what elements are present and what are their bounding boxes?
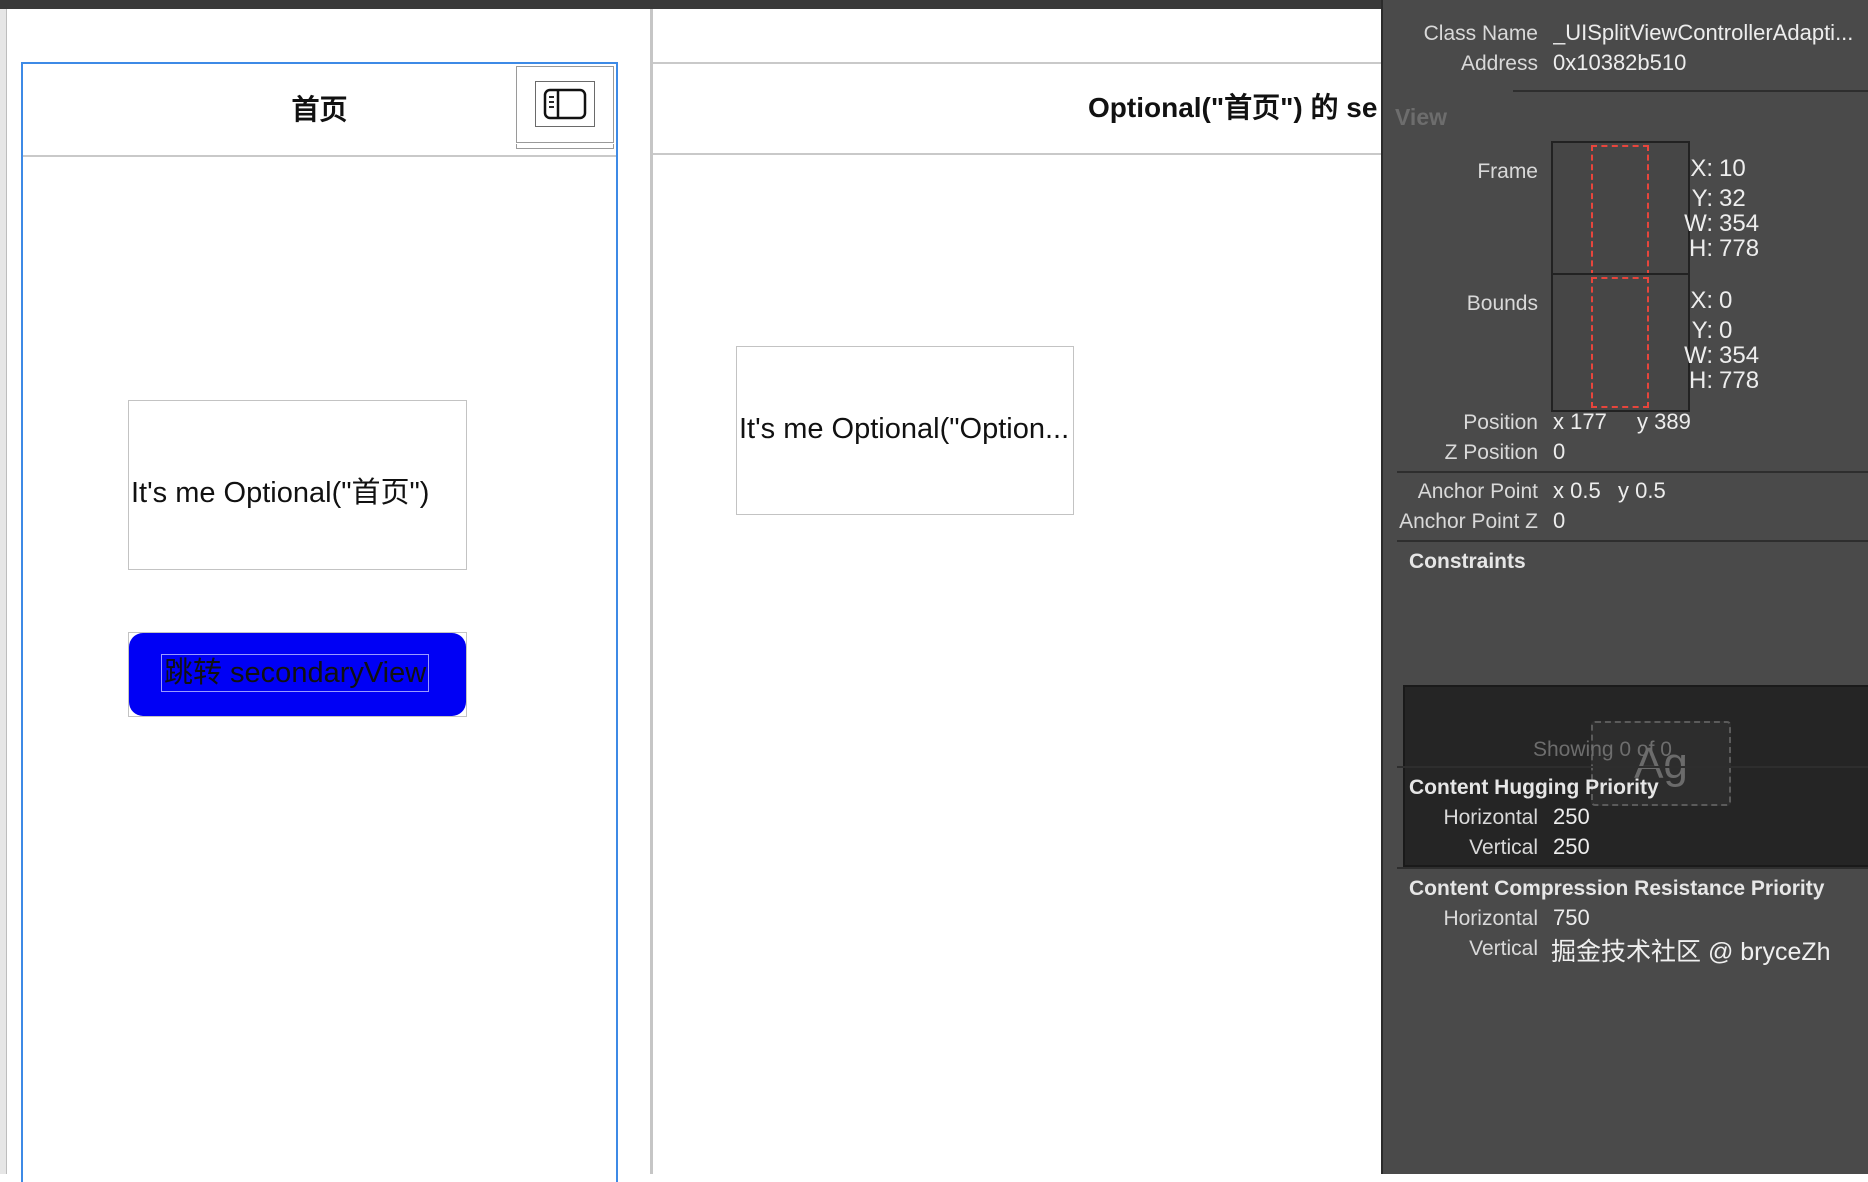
class-name-label: Class Name [1423, 22, 1538, 45]
jump-button-frame: 跳转 secondaryView [128, 632, 467, 717]
hugging-horizontal-label: Horizontal [1443, 806, 1538, 829]
separator [1397, 867, 1868, 869]
separator [1397, 766, 1868, 768]
jump-button-label: 跳转 secondaryView [161, 654, 430, 692]
sidebar-toggle-button[interactable] [535, 81, 595, 127]
frame-y-label: Y: [1691, 185, 1713, 212]
bounds-x-value: 0 [1719, 287, 1733, 314]
frame-y-value: 32 [1719, 185, 1746, 212]
frame-label: Frame [1477, 160, 1538, 183]
anchor-point-label: Anchor Point [1417, 480, 1538, 503]
hugging-vertical-label: Vertical [1469, 836, 1538, 859]
constraints-showing-count: Showing 0 of 0 [1533, 738, 1672, 761]
secondary-navigation-bar: Optional("首页") 的 se [653, 62, 1381, 155]
position-x-value: x 177 [1553, 409, 1607, 434]
bounds-y-value: 0 [1719, 317, 1733, 344]
bounds-w-label: W: [1684, 342, 1713, 369]
bounds-y-label: Y: [1691, 317, 1713, 344]
compression-resistance-section-title: Content Compression Resistance Priority [1409, 877, 1825, 900]
secondary-content-label-box: It's me Optional("Option... [736, 346, 1074, 515]
primary-content-label: It's me Optional("首页") [131, 477, 430, 509]
hugging-horizontal-value[interactable]: 250 [1553, 804, 1590, 830]
sidebar-left-icon [543, 88, 587, 120]
separator [1397, 471, 1868, 473]
bounds-x-label: X: [1690, 287, 1713, 314]
address-label: Address [1460, 52, 1538, 75]
secondary-column[interactable]: Optional("首页") 的 se It's me Optional("Op… [653, 9, 1381, 1174]
canvas-left-edge [0, 9, 7, 1174]
bounds-w-value: 354 [1719, 342, 1760, 369]
constraints-section-title: Constraints [1409, 550, 1526, 573]
compression-vertical-label: Vertical [1469, 937, 1538, 960]
anchor-point-x-value: x 0.5 [1553, 478, 1601, 503]
primary-content-label-box: It's me Optional("首页") [128, 400, 467, 570]
separator [1397, 540, 1868, 542]
sidebar-toggle-button-frame [516, 66, 614, 149]
frame-w-value: 354 [1719, 210, 1760, 237]
watermark-text: 掘金技术社区 @ bryceZh [1551, 938, 1831, 966]
primary-navigation-bar: 首页 [23, 64, 616, 157]
anchor-point-z-label: Anchor Point Z [1399, 510, 1538, 533]
frame-h-label: H: [1689, 235, 1713, 262]
bounds-h-label: H: [1689, 367, 1713, 394]
hugging-vertical-value[interactable]: 250 [1553, 834, 1590, 860]
position-label: Position [1463, 411, 1538, 434]
secondary-nav-title: Optional("首页") 的 se [1088, 92, 1378, 123]
position-y-value: y 389 [1637, 409, 1691, 434]
z-position-value: 0 [1553, 439, 1566, 464]
frame-w-label: W: [1684, 210, 1713, 237]
frame-x-label: X: [1690, 155, 1713, 182]
anchor-point-z-value: 0 [1553, 508, 1566, 533]
compression-horizontal-value[interactable]: 750 [1553, 905, 1590, 931]
address-value: 0x10382b510 [1553, 50, 1687, 75]
z-position-label: Z Position [1444, 441, 1538, 464]
anchor-point-y-value: y 0.5 [1618, 478, 1666, 503]
bounds-h-value: 778 [1719, 367, 1760, 394]
class-name-value: _UISplitViewControllerAdapti... [1553, 20, 1854, 45]
primary-column[interactable]: 首页 It's me Optional("首页") 跳转 secondaryVi… [21, 62, 618, 1182]
compression-horizontal-label: Horizontal [1443, 907, 1538, 930]
bounds-label: Bounds [1466, 292, 1538, 315]
separator [1513, 90, 1868, 92]
secondary-content-label: It's me Optional("Option... [739, 413, 1070, 445]
frame-x-value: 10 [1719, 155, 1746, 182]
view-section-title: View [1395, 104, 1447, 130]
frame-h-value: 778 [1719, 235, 1760, 262]
content-hugging-section-title: Content Hugging Priority [1409, 776, 1659, 799]
jump-secondary-view-button[interactable]: 跳转 secondaryView [129, 633, 466, 716]
size-inspector-panel: Class Name _UISplitViewControllerAdapti.… [1381, 0, 1868, 1174]
